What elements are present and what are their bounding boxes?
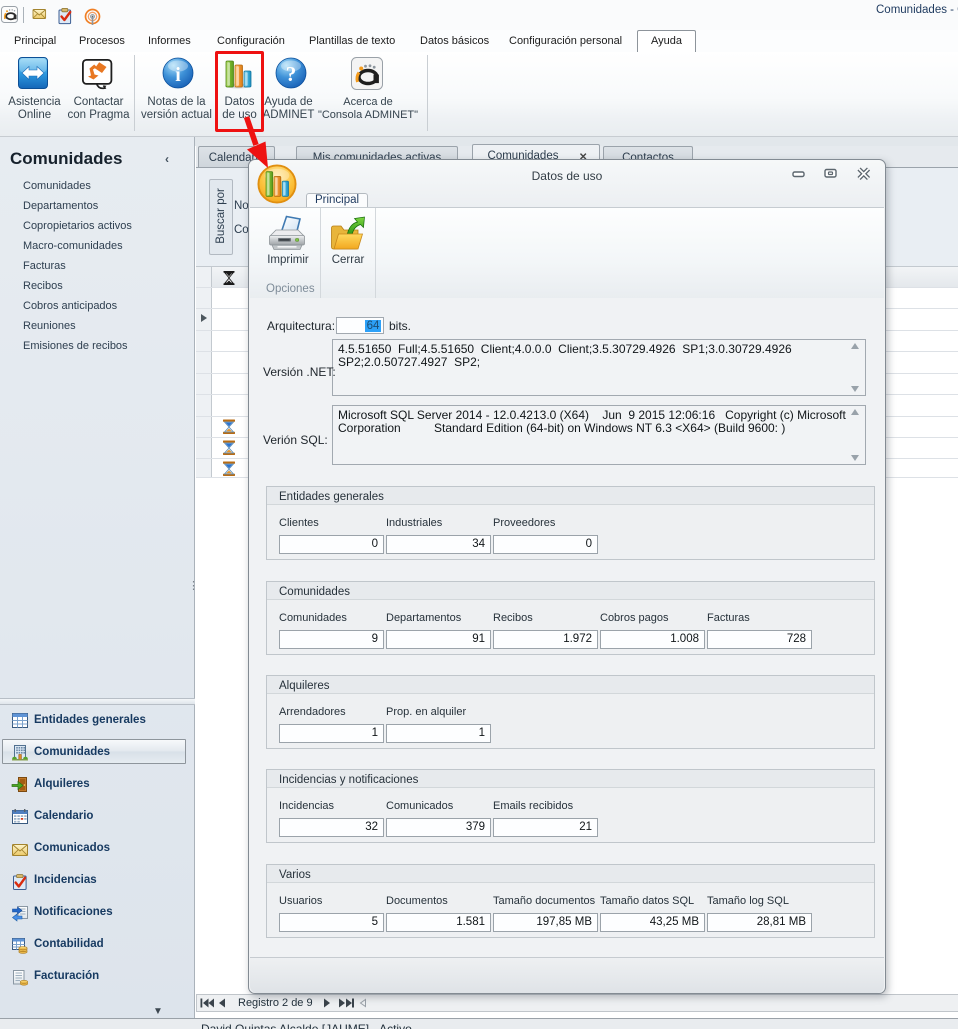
svg-text:i: i bbox=[175, 64, 181, 86]
svg-text:?: ? bbox=[286, 62, 297, 86]
svg-text:Buscar por: Buscar por bbox=[215, 188, 227, 244]
